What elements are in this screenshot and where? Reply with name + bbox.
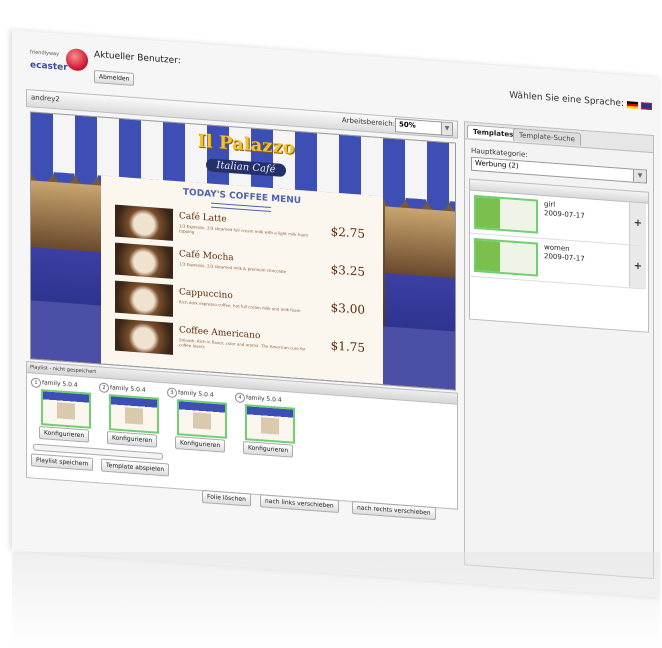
window-reflection: [12, 552, 660, 648]
cafe-interior-left: [31, 180, 101, 306]
menu-item-desc: 1/3 Espresso, 2/3 steamed milk & premium…: [179, 261, 287, 275]
coffee-cup-image: [115, 318, 173, 355]
coffee-menu-board: TODAY'S COFFEE MENU Café Latte 1/3 Espre…: [101, 175, 383, 385]
coffee-cup-image: [115, 280, 173, 317]
chevron-down-icon[interactable]: ▼: [441, 122, 452, 136]
language-label: Wählen Sie eine Sprache:: [509, 90, 624, 109]
tab-templates[interactable]: Templates: [467, 124, 520, 142]
configure-button[interactable]: Konfigurieren: [39, 425, 90, 443]
cafe-interior-right: [385, 206, 455, 332]
slide-name: family 5.0.4: [178, 389, 214, 399]
chevron-down-icon[interactable]: ▼: [633, 169, 646, 183]
app-window: friendlyway ecaster Aktueller Benutzer: …: [12, 30, 660, 598]
template-list: girl 2009-07-17 + women 2009-07-17 +: [469, 189, 649, 333]
slide-thumbnail[interactable]: [109, 394, 159, 434]
coffee-cup-image: [115, 204, 173, 241]
menu-item-price: $1.75: [330, 338, 365, 355]
zoom-select[interactable]: 50% ▼: [395, 118, 453, 137]
category-select[interactable]: Werbung (2) ▼: [471, 156, 647, 184]
menu-item-desc: Rich dark espresso coffee, hot full crea…: [179, 299, 301, 314]
template-thumbnail[interactable]: [474, 237, 538, 277]
menu-item-price: $3.00: [330, 300, 365, 317]
template-canvas[interactable]: Il Palazzo Italian Café TODAY'S COFFEE M…: [30, 111, 456, 391]
slide-name: family 5.0.4: [42, 379, 78, 389]
menu-item-desc: Smooth. Rich in flavor, color and aroma.…: [179, 337, 306, 352]
add-template-button[interactable]: +: [629, 202, 646, 246]
logout-button[interactable]: Abmelden: [94, 70, 135, 86]
coffee-cup-image: [115, 242, 173, 279]
logo-subtext: friendlyway: [30, 49, 60, 58]
slide-number: 1: [31, 377, 41, 389]
configure-button[interactable]: Konfigurieren: [175, 435, 226, 453]
logo-brand: ecaster: [30, 60, 68, 74]
delete-slide-button[interactable]: Folie löschen: [202, 489, 251, 507]
menu-item-price: $2.75: [330, 224, 365, 241]
play-template-button[interactable]: Template abspielen: [101, 458, 170, 477]
save-playlist-button[interactable]: Playlist speichern: [31, 453, 94, 471]
cafe-sign: Il Palazzo Italian Café: [191, 130, 301, 188]
slide-number: 4: [235, 392, 245, 404]
workspace-label: Arbeitsbereich:: [341, 116, 395, 129]
template-sidebar: Templates Template-Suche Hauptkategorie:…: [464, 121, 654, 580]
menu-item-price: $3.25: [330, 262, 365, 279]
template-thumbnail[interactable]: [474, 194, 538, 234]
playlist-slide[interactable]: 3 family 5.0.4 Konfigurieren: [167, 387, 235, 456]
configure-button[interactable]: Konfigurieren: [243, 440, 294, 458]
menu-item-name: Café Latte: [179, 211, 227, 225]
english-flag-icon[interactable]: [641, 102, 652, 110]
slide-number: 2: [99, 382, 109, 394]
screenshot-stage: friendlyway ecaster Aktueller Benutzer: …: [0, 0, 662, 648]
slide-number: 3: [167, 387, 177, 399]
zoom-value: 50%: [399, 120, 416, 130]
workspace-user: andrey2: [31, 93, 60, 104]
playlist-slide[interactable]: 2 family 5.0.4 Konfigurieren: [99, 382, 167, 451]
tab-template-search[interactable]: Template-Suche: [513, 127, 581, 146]
category-value: Werbung (2): [475, 159, 519, 171]
slide-name: family 5.0.4: [246, 394, 282, 404]
slide-thumbnail[interactable]: [41, 389, 91, 429]
slide-thumbnail[interactable]: [245, 404, 295, 444]
slide-thumbnail[interactable]: [177, 399, 227, 439]
menu-item-desc: 1/3 Espresso, 2/3 steamed full cream mil…: [179, 223, 308, 238]
ecaster-logo: friendlyway ecaster: [30, 45, 90, 83]
template-date: 2009-07-17: [544, 252, 585, 264]
menu-ornament: [211, 202, 271, 213]
cafe-subtitle: Italian Café: [206, 158, 286, 178]
playlist-slide[interactable]: 4 family 5.0.4 Konfigurieren: [235, 392, 303, 461]
current-user-label: Aktueller Benutzer:: [94, 50, 181, 67]
logo-ball-icon: [66, 47, 88, 72]
template-date: 2009-07-17: [544, 209, 585, 221]
configure-button[interactable]: Konfigurieren: [107, 430, 158, 448]
german-flag-icon[interactable]: [627, 101, 638, 109]
add-template-button[interactable]: +: [629, 245, 646, 289]
slide-name: family 5.0.4: [110, 384, 146, 394]
playlist-slide[interactable]: 1 family 5.0.4 Konfigurieren: [31, 377, 99, 446]
template-name: girl: [544, 200, 556, 209]
